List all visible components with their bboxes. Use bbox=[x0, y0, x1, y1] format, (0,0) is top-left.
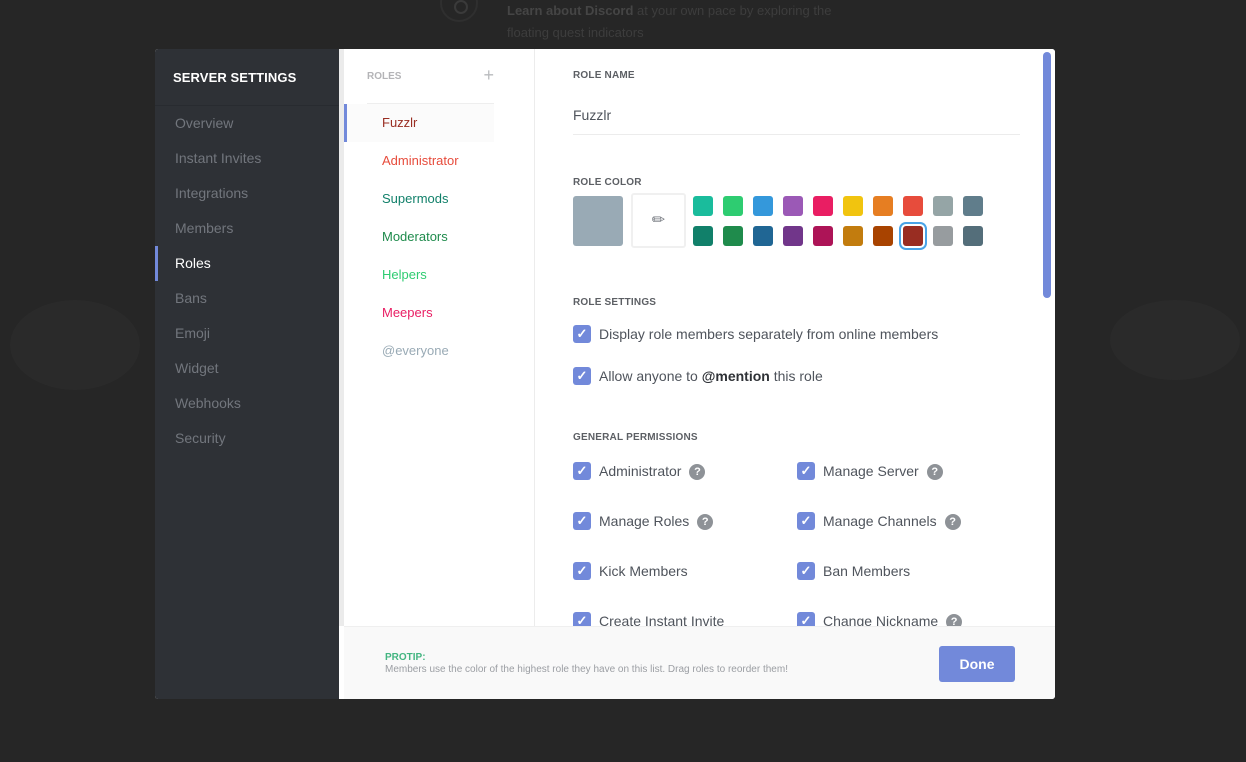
roles-label: ROLES bbox=[367, 71, 402, 82]
color-swatch[interactable] bbox=[783, 226, 803, 246]
checkbox[interactable]: ✓ bbox=[573, 325, 591, 343]
role-item[interactable]: Administrator bbox=[344, 142, 534, 180]
sidebar-item-integrations[interactable]: Integrations bbox=[155, 176, 339, 211]
quest-hint-text: Learn about Discord at your own pace by … bbox=[507, 3, 832, 40]
checkbox[interactable]: ✓ bbox=[797, 562, 815, 580]
color-swatch[interactable] bbox=[843, 196, 863, 216]
color-swatch[interactable] bbox=[903, 196, 923, 216]
color-swatch[interactable] bbox=[903, 226, 923, 246]
background-decoration bbox=[1110, 300, 1240, 380]
permission-label: Administrator? bbox=[599, 463, 706, 480]
role-settings-label: ROLE SETTINGS bbox=[573, 297, 657, 308]
checkbox[interactable]: ✓ bbox=[573, 612, 591, 626]
permission-label: Manage Roles? bbox=[599, 513, 714, 530]
role-name-underline bbox=[573, 134, 1020, 135]
color-swatch[interactable] bbox=[963, 196, 983, 216]
permission-label: Kick Members bbox=[599, 563, 688, 579]
permission-label: Change Nickname? bbox=[823, 613, 963, 626]
sidebar-item-roles[interactable]: Roles bbox=[155, 246, 339, 281]
plus-icon[interactable]: + bbox=[483, 65, 494, 86]
help-icon[interactable]: ? bbox=[697, 514, 714, 530]
color-swatch[interactable] bbox=[933, 226, 953, 246]
role-name-input[interactable]: Fuzzlr bbox=[573, 107, 611, 123]
footer-bar: PROTIP: Members use the color of the hig… bbox=[344, 626, 1055, 699]
color-swatch[interactable] bbox=[723, 196, 743, 216]
protip-text: Members use the color of the highest rol… bbox=[385, 664, 788, 675]
permission-label: Manage Server? bbox=[823, 463, 943, 480]
role-list: Fuzzlr Administrator Supermods Moderators He… bbox=[344, 104, 534, 370]
sidebar-item-members[interactable]: Members bbox=[155, 211, 339, 246]
sidebar-item-security[interactable]: Security bbox=[155, 421, 339, 456]
checkbox[interactable]: ✓ bbox=[797, 512, 815, 530]
permission-label: Manage Channels? bbox=[823, 513, 961, 530]
checkbox[interactable]: ✓ bbox=[573, 367, 591, 385]
done-button[interactable]: Done bbox=[939, 646, 1015, 682]
color-swatch[interactable] bbox=[753, 226, 773, 246]
color-swatch[interactable] bbox=[753, 196, 773, 216]
settings-sidebar: SERVER SETTINGS Overview Instant Invites I… bbox=[155, 49, 339, 699]
help-icon[interactable]: ? bbox=[946, 614, 963, 626]
quest-hint: Learn about Discord at your own pace by … bbox=[440, 0, 860, 44]
checkbox[interactable]: ✓ bbox=[797, 612, 815, 626]
color-swatch[interactable] bbox=[723, 226, 743, 246]
setting-label: Display role members separately from onl… bbox=[599, 326, 939, 342]
color-swatch[interactable] bbox=[783, 196, 803, 216]
role-editor: ROLE NAME Fuzzlr ROLE COLOR ✏ ROLE SETTI… bbox=[535, 49, 1055, 626]
color-swatch[interactable] bbox=[693, 196, 713, 216]
protip-label: PROTIP: bbox=[385, 652, 426, 663]
permission-label: Ban Members bbox=[823, 563, 911, 579]
sidebar-item-instant-invites[interactable]: Instant Invites bbox=[155, 141, 339, 176]
background-decoration bbox=[10, 300, 140, 390]
color-swatch[interactable] bbox=[873, 196, 893, 216]
color-swatch[interactable] bbox=[963, 226, 983, 246]
role-item[interactable]: Fuzzlr bbox=[344, 104, 494, 142]
sidebar-item-emoji[interactable]: Emoji bbox=[155, 316, 339, 351]
scrollbar-thumb[interactable] bbox=[1043, 52, 1051, 298]
sidebar-title: SERVER SETTINGS bbox=[155, 49, 339, 106]
role-item[interactable]: Helpers bbox=[344, 256, 534, 294]
sidebar-item-bans[interactable]: Bans bbox=[155, 281, 339, 316]
default-color-swatch[interactable] bbox=[573, 196, 623, 246]
role-item[interactable]: Meepers bbox=[344, 294, 534, 332]
help-icon[interactable]: ? bbox=[944, 514, 961, 530]
checkbox[interactable]: ✓ bbox=[573, 512, 591, 530]
custom-color-picker[interactable]: ✏ bbox=[631, 193, 686, 248]
checkbox[interactable]: ✓ bbox=[573, 462, 591, 480]
help-icon[interactable]: ? bbox=[689, 464, 706, 480]
sidebar-item-overview[interactable]: Overview bbox=[155, 106, 339, 141]
color-swatch[interactable] bbox=[933, 196, 953, 216]
general-permissions-label: GENERAL PERMISSIONS bbox=[573, 432, 698, 443]
color-swatch[interactable] bbox=[693, 226, 713, 246]
checkbox[interactable]: ✓ bbox=[573, 562, 591, 580]
color-swatch[interactable] bbox=[843, 226, 863, 246]
quest-indicator-icon bbox=[440, 0, 478, 22]
help-icon[interactable]: ? bbox=[926, 464, 943, 480]
server-settings-modal: SERVER SETTINGS Overview Instant Invites I… bbox=[155, 49, 1055, 699]
eyedropper-icon: ✏ bbox=[651, 212, 666, 229]
roles-header: ROLES + bbox=[367, 49, 494, 104]
checkbox[interactable]: ✓ bbox=[797, 462, 815, 480]
roles-panel: ROLES + Fuzzlr Administrator Supermods Mode… bbox=[339, 49, 535, 626]
role-item[interactable]: Moderators bbox=[344, 218, 534, 256]
role-color-label: ROLE COLOR bbox=[573, 177, 642, 188]
sidebar-nav: Overview Instant Invites Integrations Membe… bbox=[155, 106, 339, 456]
color-swatch[interactable] bbox=[813, 226, 833, 246]
permission-label: Create Instant Invite bbox=[599, 613, 725, 626]
setting-label: Allow anyone to @mention this role bbox=[599, 368, 823, 384]
sidebar-item-widget[interactable]: Widget bbox=[155, 351, 339, 386]
color-swatch[interactable] bbox=[873, 226, 893, 246]
role-item[interactable]: Supermods bbox=[344, 180, 534, 218]
color-swatch[interactable] bbox=[813, 196, 833, 216]
role-name-label: ROLE NAME bbox=[573, 70, 635, 81]
role-item[interactable]: @everyone bbox=[344, 332, 534, 370]
sidebar-item-webhooks[interactable]: Webhooks bbox=[155, 386, 339, 421]
